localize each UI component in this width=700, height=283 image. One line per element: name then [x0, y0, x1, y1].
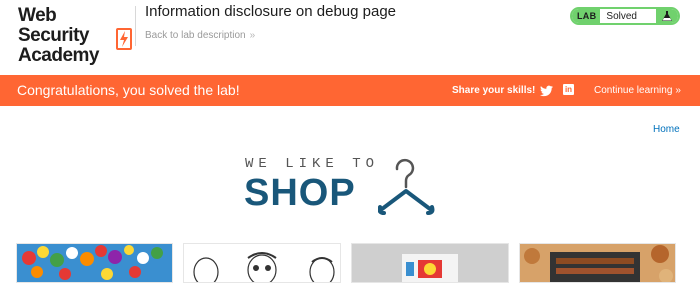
continue-learning-link[interactable]: Continue learning»	[594, 85, 681, 96]
continue-learning-label: Continue learning	[594, 85, 673, 96]
lab-title: Information disclosure on debug page	[145, 3, 397, 20]
product-card-grill[interactable]	[519, 243, 676, 283]
product-card-projector[interactable]	[351, 243, 509, 283]
logo-text-line2: Academy	[18, 45, 100, 66]
brand-shop-text: SHOP	[244, 172, 356, 214]
congratulations-message: Congratulations, you solved the lab!	[17, 82, 240, 98]
twitter-icon[interactable]	[540, 84, 553, 97]
hanger-icon	[378, 158, 435, 215]
brand-tagline: WE LIKE TO	[245, 156, 380, 172]
top-header: Web Security Academy Information disclos…	[0, 0, 700, 75]
header-divider	[135, 6, 136, 46]
logo-text-line1: Web Security	[18, 5, 89, 46]
share-skills-label: Share your skills!	[452, 85, 536, 96]
lightning-bolt-icon	[116, 28, 132, 50]
lab-status-text: Solved	[606, 10, 637, 22]
lab-badge: LAB	[572, 9, 601, 23]
lab-status-widget: LAB Solved	[570, 7, 680, 25]
double-chevron-right-icon: »	[249, 30, 255, 41]
double-chevron-right-icon: »	[675, 85, 680, 96]
back-to-lab-description-link[interactable]: Back to lab description»	[145, 30, 255, 41]
product-card-cartoon[interactable]	[183, 243, 341, 283]
back-link-label: Back to lab description	[145, 30, 246, 41]
food-grill-image	[520, 244, 675, 282]
product-grid	[16, 243, 686, 283]
linkedin-icon[interactable]: in	[563, 84, 574, 95]
web-security-academy-logo[interactable]: Web Security Academy	[18, 5, 132, 66]
balloons-image	[17, 244, 172, 282]
solved-banner: Congratulations, you solved the lab! Sha…	[0, 75, 700, 106]
flask-icon	[656, 9, 678, 23]
home-link[interactable]: Home	[653, 124, 680, 135]
cartoon-faces-image	[184, 244, 340, 282]
product-card-balloons[interactable]	[16, 243, 173, 283]
projector-image	[352, 244, 508, 282]
